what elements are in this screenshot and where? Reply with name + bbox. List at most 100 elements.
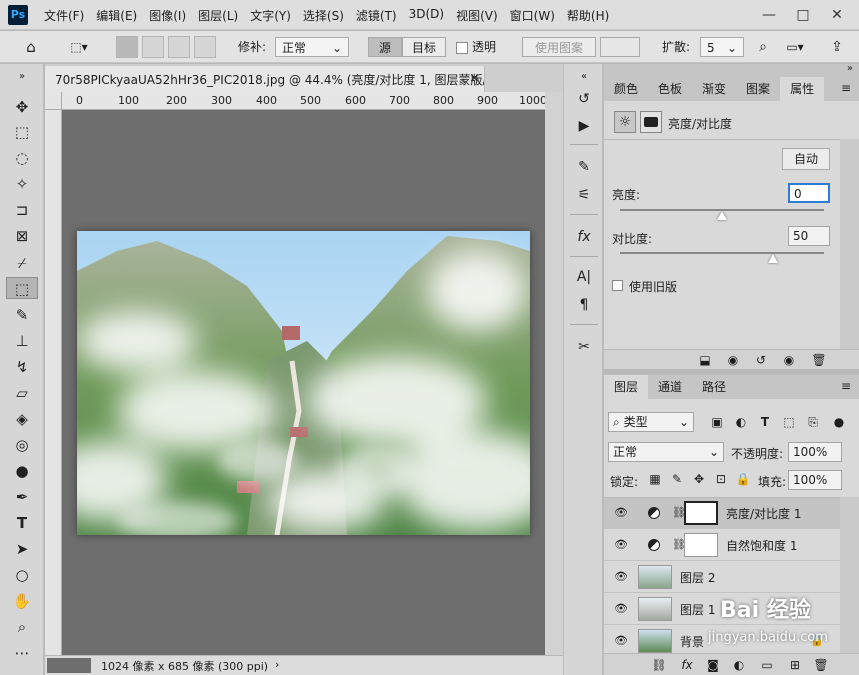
contrast-slider-track[interactable]: [620, 252, 824, 254]
lock-all-icon[interactable]: 🔒: [734, 470, 752, 488]
filter-pixel-icon[interactable]: ▣: [708, 413, 726, 431]
dodge-tool-icon[interactable]: ●: [10, 460, 34, 482]
layer-thumbnail[interactable]: [638, 629, 672, 653]
menu-view[interactable]: 视图(V): [450, 7, 504, 24]
intersect-selection-icon[interactable]: [194, 36, 216, 58]
view-previous-icon[interactable]: ◉: [724, 351, 742, 369]
tab-layers[interactable]: 图层: [604, 375, 649, 399]
contrast-input[interactable]: 50: [788, 226, 830, 246]
layer-row[interactable]: 👁 图层 2: [604, 562, 840, 593]
brush-tool-icon[interactable]: ✎: [10, 304, 34, 326]
tab-properties[interactable]: 属性: [780, 77, 825, 101]
reset-icon[interactable]: ↺: [752, 351, 770, 369]
lock-pixels-icon[interactable]: ✎: [668, 470, 686, 488]
styles-fx-icon[interactable]: fx: [572, 226, 596, 248]
layer-row[interactable]: 👁 ⛓ 亮度/对比度 1: [604, 498, 840, 529]
menu-file[interactable]: 文件(F): [38, 7, 90, 24]
minimize-button[interactable]: —: [752, 0, 786, 30]
mask-icon[interactable]: [640, 111, 662, 133]
brush-settings-icon[interactable]: ✎: [572, 156, 596, 178]
document-tab[interactable]: 70r58PICkyaaUA52hHr36_PIC2018.jpg @ 44.4…: [45, 66, 485, 92]
subtract-selection-icon[interactable]: [168, 36, 190, 58]
menu-help[interactable]: 帮助(H): [561, 7, 615, 24]
patch-tool-icon[interactable]: ⬚: [6, 277, 38, 299]
paragraph-icon[interactable]: ¶: [572, 294, 596, 316]
hand-tool-icon[interactable]: ✋: [10, 590, 34, 612]
patch-tool-preset-icon[interactable]: ⬚▾: [62, 37, 96, 57]
use-pattern-button[interactable]: 使用图案: [522, 37, 596, 57]
repair-mode-select[interactable]: 正常 ⌄: [275, 37, 349, 57]
tab-gradients[interactable]: 渐变: [692, 77, 736, 101]
legacy-checkbox[interactable]: [612, 280, 623, 291]
menu-type[interactable]: 文字(Y): [244, 7, 297, 24]
character-icon[interactable]: A|: [572, 266, 596, 288]
type-tool-icon[interactable]: T: [10, 512, 34, 534]
move-tool-icon[interactable]: ✥: [10, 96, 34, 118]
brightness-sun-icon[interactable]: ☼: [614, 111, 636, 133]
layer-thumbnail[interactable]: [638, 597, 672, 621]
blend-mode-select[interactable]: 正常 ⌄: [608, 442, 724, 462]
menu-window[interactable]: 窗口(W): [504, 7, 561, 24]
filter-adjustment-icon[interactable]: ◐: [732, 413, 750, 431]
frame-tool-icon[interactable]: ⊠: [10, 225, 34, 247]
layer-filter-select[interactable]: ⌕ 类型 ⌄: [608, 412, 694, 432]
visibility-eye-icon[interactable]: 👁: [614, 634, 628, 648]
visibility-eye-icon[interactable]: 👁: [614, 538, 628, 552]
workspace-icon[interactable]: ▭▾: [782, 37, 808, 57]
tab-paths[interactable]: 路径: [692, 375, 736, 399]
menu-image[interactable]: 图像(I): [143, 7, 192, 24]
diffusion-select[interactable]: 5 ⌄: [700, 37, 744, 57]
add-selection-icon[interactable]: [142, 36, 164, 58]
marquee-tool-icon[interactable]: ⬚: [10, 121, 34, 143]
filter-toggle-icon[interactable]: ●: [830, 413, 848, 431]
filter-smart-object-icon[interactable]: ⎘: [804, 413, 822, 431]
collapse-icon[interactable]: »: [10, 66, 34, 88]
lasso-tool-icon[interactable]: ◌: [10, 147, 34, 169]
layer-mask-thumbnail[interactable]: [684, 533, 718, 557]
menu-filter[interactable]: 滤镜(T): [350, 7, 403, 24]
history-brush-icon[interactable]: ↯: [10, 356, 34, 378]
stamp-tool-icon[interactable]: ⊥: [10, 330, 34, 352]
vertical-scrollbar[interactable]: [545, 92, 563, 655]
chevron-right-icon[interactable]: ›: [275, 658, 279, 671]
clip-to-layer-icon[interactable]: ⬓: [696, 351, 714, 369]
properties-scrollbar[interactable]: [840, 139, 859, 349]
filter-type-icon[interactable]: T: [756, 413, 774, 431]
link-layers-icon[interactable]: ⛓: [650, 656, 668, 674]
adjustments-icon[interactable]: ⚟: [572, 184, 596, 206]
document-image[interactable]: [77, 231, 530, 535]
target-button[interactable]: 目标: [402, 37, 446, 57]
layer-style-fx-icon[interactable]: fx: [678, 656, 696, 674]
visibility-eye-icon[interactable]: ◉: [780, 351, 798, 369]
collapse-icon[interactable]: »: [847, 63, 853, 74]
pen-tool-icon[interactable]: ✒: [10, 486, 34, 508]
history-icon[interactable]: ↺: [572, 88, 596, 110]
eraser-icon[interactable]: ▱: [10, 382, 34, 404]
lock-position-icon[interactable]: ✥: [690, 470, 708, 488]
brightness-slider-handle[interactable]: [717, 211, 727, 220]
pattern-picker[interactable]: [600, 37, 640, 57]
opacity-input[interactable]: 100%⌄: [788, 442, 842, 477]
lock-artboard-icon[interactable]: ⊡: [712, 470, 730, 488]
contrast-slider-handle[interactable]: [768, 254, 778, 263]
path-selection-icon[interactable]: ➤: [10, 538, 34, 560]
brightness-input[interactable]: 0: [788, 183, 830, 203]
zoom-level-field[interactable]: [47, 658, 91, 673]
crop-tool-icon[interactable]: ⊐: [10, 199, 34, 221]
tab-color[interactable]: 颜色: [604, 77, 648, 101]
layer-thumbnail[interactable]: [638, 565, 672, 589]
delete-trash-icon[interactable]: 🗑: [810, 351, 828, 369]
home-icon[interactable]: ⌂: [20, 37, 42, 57]
menu-layer[interactable]: 图层(L): [192, 7, 244, 24]
tab-swatches[interactable]: 色板: [648, 77, 692, 101]
more-tools-icon[interactable]: ⋯: [10, 642, 34, 664]
tab-patterns[interactable]: 图案: [736, 77, 780, 101]
close-tab-icon[interactable]: ×: [469, 71, 480, 86]
search-icon[interactable]: ⌕: [754, 37, 772, 57]
actions-play-icon[interactable]: ▶: [572, 115, 596, 137]
layer-row[interactable]: 👁 ⛓ 自然饱和度 1: [604, 530, 840, 561]
maximize-button[interactable]: □: [786, 0, 820, 30]
tool-presets-icon[interactable]: ✂: [572, 336, 596, 358]
transparent-checkbox[interactable]: [456, 42, 468, 54]
menu-select[interactable]: 选择(S): [297, 7, 350, 24]
